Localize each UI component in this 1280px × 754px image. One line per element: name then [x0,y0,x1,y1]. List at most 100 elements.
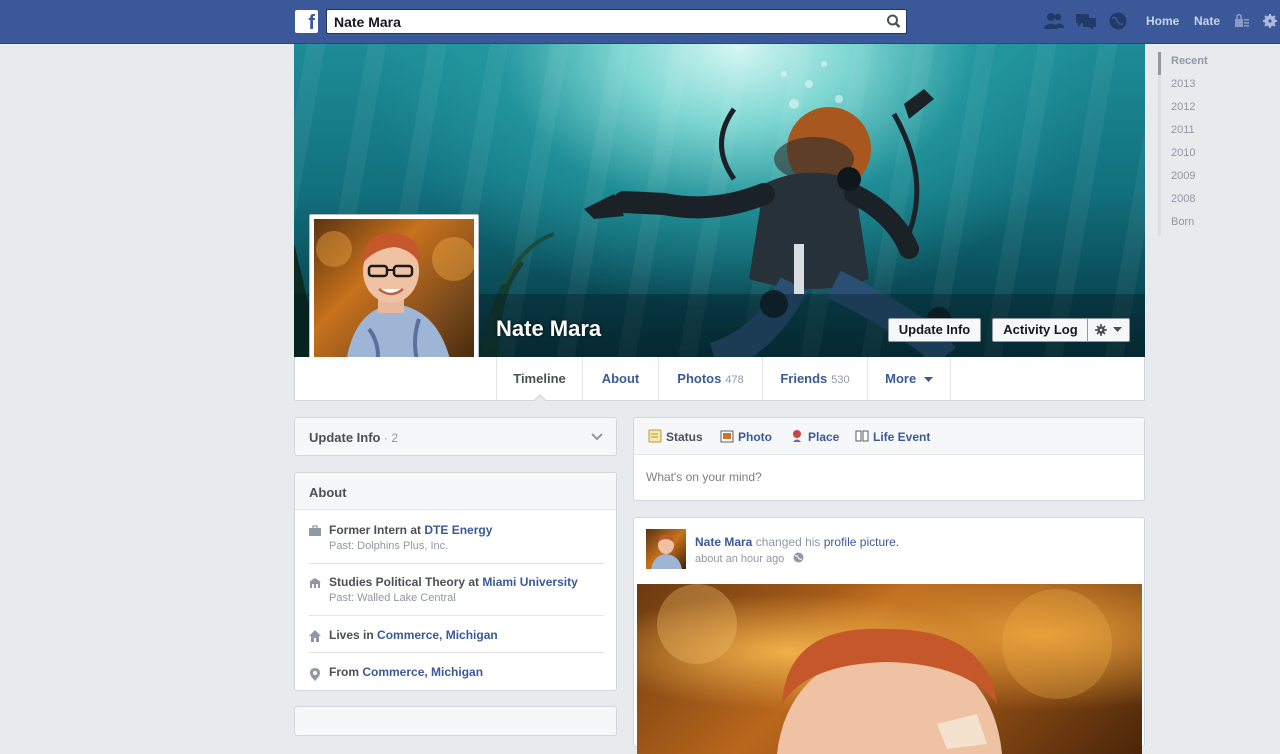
messages-icon[interactable] [1075,12,1097,30]
friends-count: 530 [831,374,850,386]
tab-label: Friends [780,371,828,386]
scrubber-item-2008[interactable]: 2008 [1158,190,1248,213]
search-button[interactable] [882,10,906,33]
composer-tab-place[interactable]: Place [790,430,839,444]
post-photo[interactable] [637,584,1142,754]
composer-tab-label: Status [666,430,703,444]
timestamp-text[interactable]: about an hour ago [695,553,784,565]
tab-more[interactable]: More [867,357,951,400]
scrubber-item-recent[interactable]: Recent [1158,52,1248,75]
location-pin-icon [310,668,320,681]
status-pencil-icon [648,429,662,443]
composer-tab-photo[interactable]: Photo [720,430,772,444]
life-event-book-icon [855,430,869,442]
settings-gear-icon[interactable] [1262,12,1278,30]
activity-log-button[interactable]: Activity Log [992,318,1088,342]
education-school-link[interactable]: Miami University [482,575,577,589]
tab-label: More [885,371,917,386]
lives-prefix: Lives in [329,628,378,642]
composer-tab-label: Life Event [873,430,931,444]
privacy-lock-icon[interactable] [1234,12,1250,30]
composer-tabs: Status Photo Place Life Event [634,418,1144,455]
composer-tab-life-event[interactable]: Life Event [855,430,930,444]
photos-count: 478 [725,374,744,386]
chevron-down-icon [923,377,933,382]
profile-picture[interactable] [314,219,474,379]
update-info-card[interactable]: Update Info · 2 [294,417,617,456]
post-photo-illustration [657,584,1112,754]
notifications-globe-icon[interactable] [1107,12,1129,30]
gear-icon [1095,324,1107,336]
about-education-text: Studies Political Theory at Miami Univer… [329,575,578,589]
scrubber-item-2013[interactable]: 2013 [1158,75,1248,98]
home-link[interactable]: Home [1146,14,1179,28]
tab-timeline[interactable]: Timeline [496,357,582,401]
post-author-link[interactable]: Nate Mara [695,535,752,549]
scrubber-item-2009[interactable]: 2009 [1158,167,1248,190]
education-prefix: Studies Political Theory at [329,575,483,589]
home-icon [309,630,321,642]
tab-photos[interactable]: Photos 478 [658,357,762,400]
active-tab-pointer [533,394,547,401]
about-from-text: From Commerce, Michigan [329,665,483,679]
tab-label: About [601,371,640,386]
divider [309,615,604,616]
chevron-down-icon[interactable] [591,433,603,441]
next-card [294,706,617,736]
divider [309,652,604,653]
from-location-link[interactable]: Commerce, Michigan [362,665,483,679]
avatar-illustration [651,534,682,569]
timeline-post: Nate Mara changed his profile picture. a… [633,517,1145,754]
scrubber-item-born[interactable]: Born [1158,213,1248,236]
photo-icon [720,430,734,443]
status-composer: Status Photo Place Life Event [633,417,1145,501]
composer-tab-label: Place [808,430,840,444]
tab-label: Photos [677,371,722,386]
update-info-button[interactable]: Update Info [888,318,981,342]
work-prefix: Former Intern at [329,523,425,537]
about-card: About Former Intern at DTE Energy Past: … [294,472,617,691]
scrubber-item-2011[interactable]: 2011 [1158,121,1248,144]
divider [309,563,604,564]
search-icon [887,14,901,28]
tab-label: Timeline [513,371,566,386]
school-icon [309,578,321,588]
education-past: Past: Walled Lake Central [329,592,456,604]
work-employer-link[interactable]: DTE Energy [424,523,492,537]
lives-location-link[interactable]: Commerce, Michigan [377,628,498,642]
about-header: About [295,473,616,510]
profile-link[interactable]: Nate [1194,14,1220,28]
post-action-text: changed his [752,535,824,549]
tab-friends[interactable]: Friends 530 [762,357,867,400]
search-input[interactable] [327,10,884,33]
update-info-label: Update Info [309,430,381,445]
public-globe-icon[interactable] [793,552,804,563]
profile-name[interactable]: Nate Mara [496,316,601,342]
post-header: Nate Mara changed his profile picture. [695,535,899,549]
post-author-avatar[interactable] [646,529,686,569]
from-prefix: From [329,665,363,679]
composer-tab-status[interactable]: Status [648,429,703,444]
update-info-count: · 2 [384,431,399,445]
composer-tab-label: Photo [738,430,772,444]
work-past: Past: Dolphins Plus, Inc. [329,540,449,552]
top-bar: f Home Nate [0,0,1280,44]
profile-portrait-illustration [316,231,474,379]
post-timestamp[interactable]: about an hour ago [695,552,804,565]
scrubber-item-2010[interactable]: 2010 [1158,144,1248,167]
status-input[interactable] [635,455,1143,499]
tab-about[interactable]: About [582,357,658,400]
place-pin-icon [793,430,801,442]
about-title[interactable]: About [309,485,347,500]
facebook-logo-icon[interactable]: f [295,10,318,33]
chevron-down-icon [1113,327,1122,332]
timeline-scrubber: Recent 2013 2012 2011 2010 2009 2008 Bor… [1158,52,1248,236]
profile-navigation: Timeline About Photos 478 Friends 530 More [294,357,1145,401]
profile-settings-button[interactable] [1087,318,1130,342]
scrubber-item-2012[interactable]: 2012 [1158,98,1248,121]
friend-requests-icon[interactable] [1043,12,1065,30]
about-work-text: Former Intern at DTE Energy [329,523,492,537]
briefcase-icon [309,525,321,536]
post-object-link[interactable]: profile picture. [824,535,899,549]
search-box [326,9,907,34]
